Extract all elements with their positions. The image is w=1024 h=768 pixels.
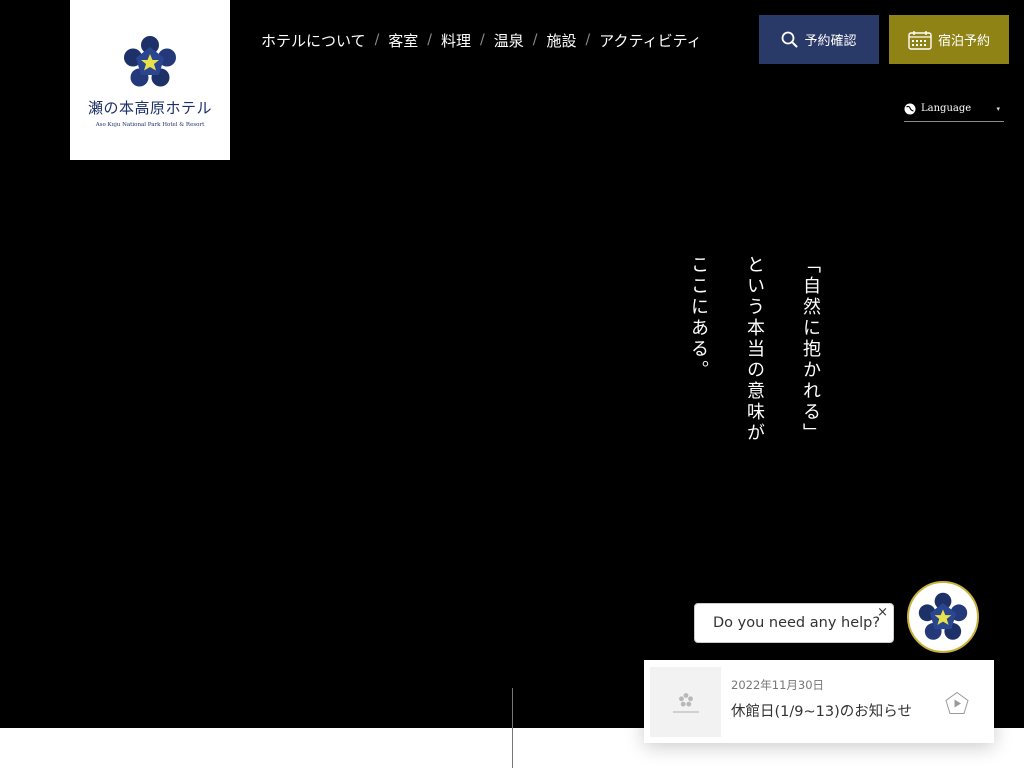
chat-help-bubble[interactable]: Do you need any help? × <box>694 603 894 643</box>
hero-copy-line-3: ここにある。 <box>688 255 709 381</box>
reservation-check-label: 予約確認 <box>804 34 857 49</box>
close-icon[interactable]: × <box>877 606 888 619</box>
nav-separator: / <box>427 32 433 48</box>
thumbnail-logo-line <box>672 710 699 713</box>
nav-separator: / <box>374 32 380 48</box>
book-stay-button[interactable]: 宿泊予約 <box>889 15 1009 64</box>
nav-separator: / <box>532 32 538 48</box>
hotel-logo[interactable]: 瀬の本高原ホテル Aso Kuju National Park Hotel & … <box>70 0 230 160</box>
hero-copy-line-1: 「自然に抱かれる」 <box>800 255 821 444</box>
news-thumbnail <box>650 667 721 737</box>
nav-item-facilities[interactable]: 施設 <box>546 30 576 51</box>
language-selector[interactable]: Language ▾ <box>904 96 1004 122</box>
calendar-icon <box>908 30 932 50</box>
news-card[interactable]: 2022年11月30日 休館日(1/9~13)のお知らせ <box>644 660 994 743</box>
chat-help-text: Do you need any help? <box>713 615 881 631</box>
nav-item-about[interactable]: ホテルについて <box>261 30 366 51</box>
language-label: Language <box>921 103 972 114</box>
star-emblem-icon <box>918 592 968 640</box>
pentagon-arrow-icon <box>945 691 969 714</box>
star-emblem-icon <box>678 692 693 707</box>
globe-icon <box>904 103 916 114</box>
search-icon <box>782 31 798 48</box>
star-emblem-icon <box>124 36 176 87</box>
nav-separator: / <box>585 32 591 48</box>
chat-launcher-button[interactable] <box>907 581 979 653</box>
nav-separator: / <box>480 32 485 48</box>
nav-item-activities[interactable]: アクティビティ <box>599 30 701 51</box>
news-date: 2022年11月30日 <box>731 678 825 692</box>
nav-item-cuisine[interactable]: 料理 <box>441 30 471 51</box>
chevron-down-icon: ▾ <box>996 104 1000 113</box>
nav-item-rooms[interactable]: 客室 <box>388 30 418 51</box>
book-stay-label: 宿泊予約 <box>937 34 990 49</box>
hotel-name: 瀬の本高原ホテル <box>87 99 212 117</box>
reservation-check-button[interactable]: 予約確認 <box>759 15 879 64</box>
news-title: 休館日(1/9~13)のお知らせ <box>731 704 912 720</box>
main-nav: ホテルについて / 客室 / 料理 / 温泉 / 施設 / アクティビティ <box>261 30 702 50</box>
hero-copy-line-2: という本当の意味が <box>744 255 765 444</box>
scroll-indicator-line <box>512 688 513 768</box>
nav-item-hot-spring[interactable]: 温泉 <box>494 30 524 51</box>
hotel-subtitle: Aso Kuju National Park Hotel & Resort <box>95 122 205 128</box>
